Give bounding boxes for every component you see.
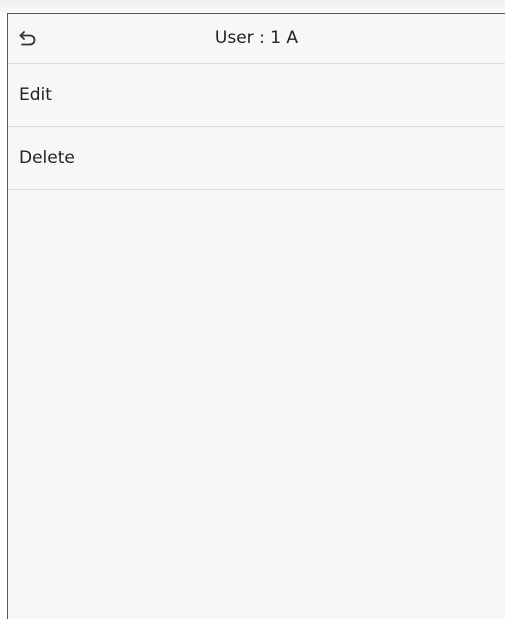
back-button[interactable] [14,25,42,53]
page-title: User : 1 A [214,28,299,48]
menu-item-delete[interactable]: Delete [8,127,505,190]
menu-item-label: Edit [19,85,52,105]
back-arrow-icon [19,31,36,46]
menu-item-edit[interactable]: Edit [8,64,505,127]
menu-item-label: Delete [19,148,75,168]
user-options-screen: User : 1 A Edit Delete [7,13,505,619]
device-top-bezel [0,0,505,13]
title-bar: User : 1 A [8,14,505,64]
